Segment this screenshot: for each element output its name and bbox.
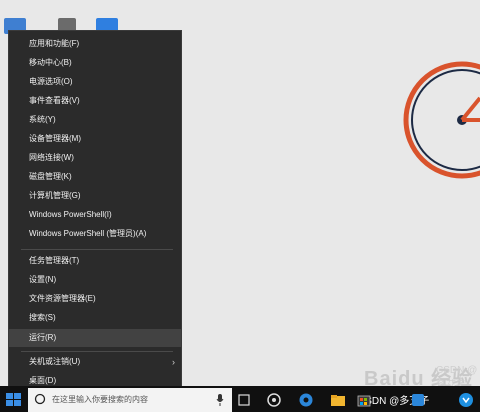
menu-item-network-connections[interactable]: 网络连接(W) [9, 149, 181, 167]
menu-item-label: 事件查看器(V) [29, 96, 80, 105]
menu-item-label: 设备管理器(M) [29, 134, 81, 143]
wallpaper-art [403, 61, 480, 179]
menu-item-label: 电源选项(O) [29, 77, 73, 86]
menu-item-shutdown[interactable]: 关机或注销(U) › [9, 353, 181, 371]
menu-separator [21, 351, 173, 352]
menu-item-label: 设置(N) [29, 275, 57, 284]
menu-item-disk-management[interactable]: 磁盘管理(K) [9, 168, 181, 186]
menu-item-label: Windows PowerShell(I) [29, 210, 112, 219]
menu-separator [21, 249, 173, 250]
search-icon [34, 393, 46, 405]
menu-item-system[interactable]: 系统(Y) [9, 111, 181, 129]
folder-icon[interactable] [330, 392, 346, 408]
menu-item-label: 关机或注销(U) [29, 357, 81, 366]
task-view-icon[interactable] [236, 392, 252, 408]
menu-item-label: 移动中心(B) [29, 58, 72, 67]
menu-item-label: 运行(R) [29, 333, 57, 342]
menu-item-powershell[interactable]: Windows PowerShell(I) [9, 206, 181, 224]
menu-item-apps-features[interactable]: 应用和功能(F) [9, 35, 181, 53]
menu-item-label: 系统(Y) [29, 115, 56, 124]
app-icon[interactable] [410, 392, 426, 408]
menu-item-file-explorer[interactable]: 文件资源管理器(E) [9, 290, 181, 308]
quick-link-menu: 应用和功能(F) 移动中心(B) 电源选项(O) 事件查看器(V) 系统(Y) … [8, 30, 182, 394]
menu-item-label: 磁盘管理(K) [29, 172, 72, 181]
search-placeholder: 在这里输入你要搜索的内容 [52, 395, 148, 404]
menu-item-powershell-admin[interactable]: Windows PowerShell (管理员)(A) [9, 225, 181, 243]
chat-app-icon[interactable] [458, 392, 474, 408]
chevron-right-icon: › [172, 357, 175, 367]
menu-item-label: 网络连接(W) [29, 153, 74, 162]
menu-item-label: Windows PowerShell (管理员)(A) [29, 229, 147, 238]
menu-item-run[interactable]: 运行(R) [9, 329, 181, 347]
pinwheel-app-icon[interactable] [266, 392, 282, 408]
menu-item-device-manager[interactable]: 设备管理器(M) [9, 130, 181, 148]
edge-browser-icon[interactable] [298, 392, 314, 408]
menu-item-label: 桌面(D) [29, 376, 57, 385]
menu-item-power-options[interactable]: 电源选项(O) [9, 73, 181, 91]
windows-start-icon[interactable] [4, 391, 24, 409]
menu-item-label: 计算机管理(G) [29, 191, 81, 200]
menu-item-event-viewer[interactable]: 事件查看器(V) [9, 92, 181, 110]
store-icon[interactable] [356, 392, 372, 408]
taskbar-search-box[interactable]: 在这里输入你要搜索的内容 [28, 388, 232, 412]
menu-item-mobility-center[interactable]: 移动中心(B) [9, 54, 181, 72]
menu-item-task-manager[interactable]: 任务管理器(T) [9, 252, 181, 270]
microphone-icon[interactable] [216, 394, 224, 406]
menu-item-label: 应用和功能(F) [29, 39, 80, 48]
menu-item-label: 任务管理器(T) [29, 256, 80, 265]
menu-item-label: 文件资源管理器(E) [29, 294, 96, 303]
menu-item-search[interactable]: 搜索(S) [9, 309, 181, 327]
menu-item-settings[interactable]: 设置(N) [9, 271, 181, 289]
menu-item-computer-management[interactable]: 计算机管理(G) [9, 187, 181, 205]
menu-item-label: 搜索(S) [29, 313, 56, 322]
